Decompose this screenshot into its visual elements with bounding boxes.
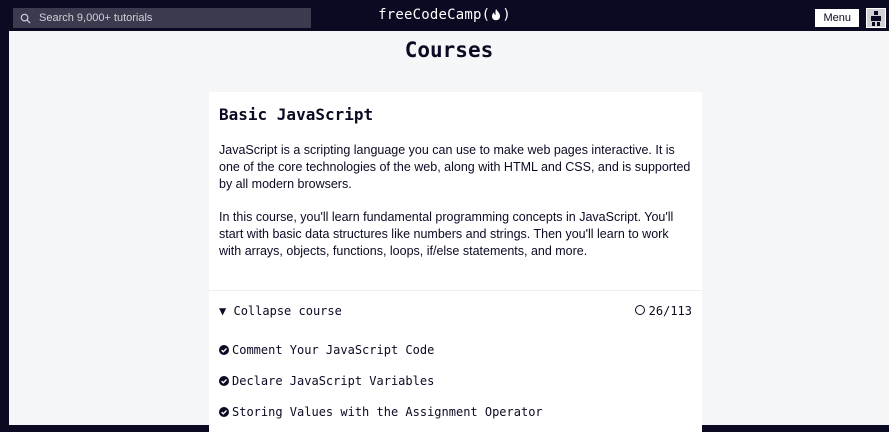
course-toggle-row: ▼ Collapse course 26/113 (219, 304, 692, 322)
main-content: Courses Basic JavaScript JavaScript is a… (9, 31, 889, 432)
triangle-down-icon: ▼ (219, 304, 227, 318)
check-circle-icon (219, 345, 229, 355)
lesson-item[interactable]: Storing Values with the Assignment Opera… (219, 405, 543, 419)
brand-name: freeCodeCamp (378, 7, 482, 23)
check-circle-icon (219, 376, 229, 386)
course-description-details: In this course, you'll learn fundamental… (219, 210, 674, 258)
brand-logo[interactable]: freeCodeCamp( ) (0, 7, 889, 23)
lesson-label: Declare JavaScript Variables (232, 374, 435, 388)
top-navbar: freeCodeCamp( ) Menu (0, 0, 889, 31)
lesson-item[interactable]: Comment Your JavaScript Code (219, 343, 434, 357)
collapse-course-label: Collapse course (233, 304, 342, 318)
flame-icon (492, 9, 501, 21)
collapse-course-button[interactable]: ▼ Collapse course (219, 304, 342, 318)
check-circle-icon (219, 407, 229, 417)
lesson-item[interactable]: Declare JavaScript Variables (219, 374, 434, 388)
divider (209, 290, 702, 291)
lesson-label: Storing Values with the Assignment Opera… (232, 405, 543, 419)
lesson-label: Comment Your JavaScript Code (232, 343, 435, 357)
avatar[interactable] (866, 8, 886, 28)
course-progress: 26/113 (634, 304, 692, 318)
course-card: Basic JavaScript JavaScript is a scripti… (209, 92, 702, 432)
avatar-icon (871, 11, 881, 26)
progress-circle-icon (634, 305, 645, 315)
course-description-intro: JavaScript is a scripting language you c… (219, 143, 691, 191)
course-title: Basic JavaScript (219, 105, 374, 124)
menu-button[interactable]: Menu (814, 8, 860, 28)
page-title: Courses (404, 38, 494, 62)
progress-count: 26/113 (648, 304, 692, 318)
